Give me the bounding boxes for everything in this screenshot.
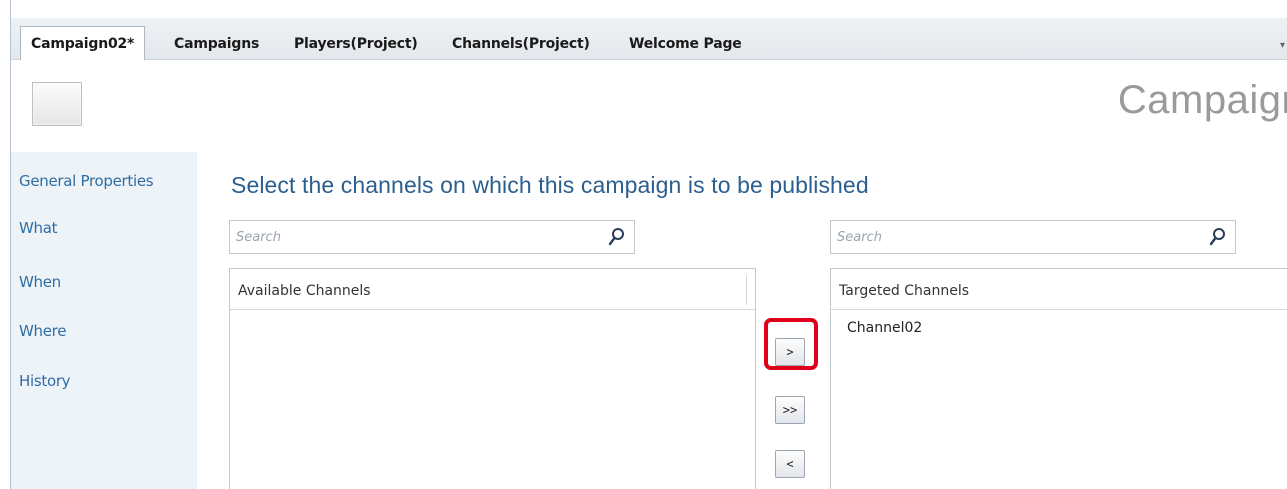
- sidebar-item-where[interactable]: Where: [19, 322, 66, 340]
- targeted-channels-header: Targeted Channels: [831, 269, 1287, 310]
- available-channels-list[interactable]: Available Channels: [229, 268, 756, 489]
- list-item[interactable]: Channel02: [847, 320, 922, 336]
- search-icon[interactable]: [1209, 227, 1227, 247]
- tab-campaigns[interactable]: Campaigns: [174, 28, 259, 60]
- tab-welcome-page[interactable]: Welcome Page: [629, 28, 742, 60]
- add-all-button[interactable]: >>: [775, 396, 805, 424]
- page-title: Campaign0: [1117, 78, 1287, 122]
- available-search-placeholder: Search: [236, 230, 281, 245]
- sidebar: General Properties What When Where Histo…: [11, 152, 197, 489]
- tab-players-project[interactable]: Players(Project): [294, 28, 418, 60]
- section-prompt: Select the channels on which this campai…: [231, 172, 869, 198]
- targeted-search-input[interactable]: Search: [830, 220, 1236, 254]
- tab-overflow-icon[interactable]: ▾: [1280, 40, 1285, 51]
- campaign-icon: [32, 82, 82, 126]
- remove-one-button[interactable]: <: [775, 450, 805, 478]
- highlight-box: [764, 318, 818, 370]
- tab-campaign02[interactable]: Campaign02*: [20, 26, 146, 61]
- main-content: Select the channels on which this campai…: [197, 152, 1287, 489]
- sidebar-item-general-properties[interactable]: General Properties: [19, 172, 154, 190]
- available-channels-header: Available Channels: [230, 269, 755, 310]
- targeted-channels-list[interactable]: Targeted Channels Channel02: [830, 268, 1287, 489]
- tab-channels-project[interactable]: Channels(Project): [452, 28, 590, 60]
- targeted-search-placeholder: Search: [837, 230, 882, 245]
- targeted-channels-header-label: Targeted Channels: [839, 283, 970, 299]
- sidebar-item-what[interactable]: What: [19, 219, 58, 237]
- search-icon[interactable]: [608, 227, 626, 247]
- page-header: Campaign0: [11, 60, 1287, 152]
- sidebar-item-history[interactable]: History: [19, 372, 71, 390]
- available-channels-header-label: Available Channels: [238, 283, 371, 299]
- available-search-input[interactable]: Search: [229, 220, 635, 254]
- sidebar-item-when[interactable]: When: [19, 273, 61, 291]
- tab-bar: Campaign02* Campaigns Players(Project) C…: [11, 18, 1287, 61]
- column-separator[interactable]: [746, 275, 747, 305]
